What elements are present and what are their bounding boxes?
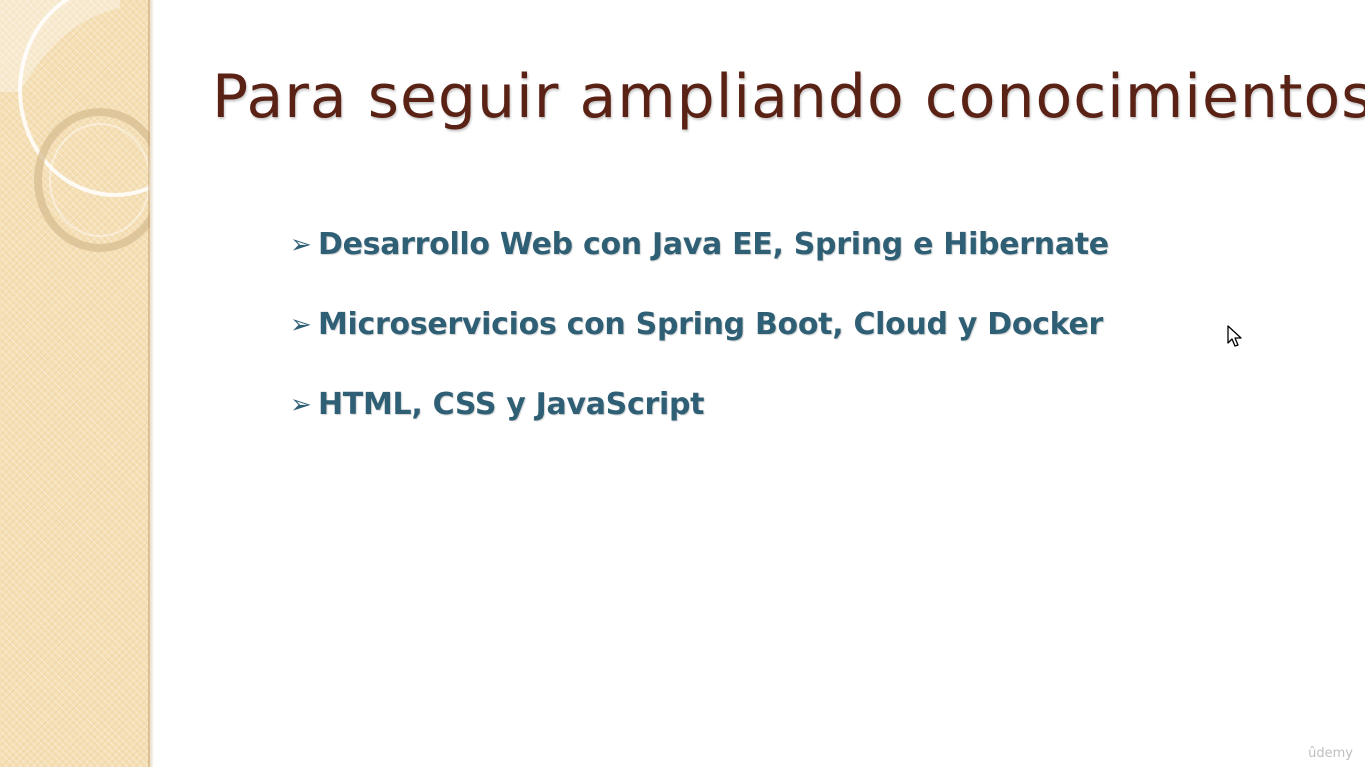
bullet-text: Desarrollo Web con Java EE, Spring e Hib… [318,227,1109,262]
mouse-pointer-icon [1227,325,1243,354]
slide-title: Para seguir ampliando conocimientos… [212,62,1365,132]
bullet-item: ➢ HTML, CSS y JavaScript [290,382,1109,462]
bullet-arrow-icon: ➢ [290,310,312,340]
bullet-arrow-icon: ➢ [290,230,312,260]
udemy-watermark: ûdemy [1308,746,1353,761]
decorative-rings-icon [0,0,150,252]
side-panel-shadow [148,0,154,767]
bullet-item: ➢ Desarrollo Web con Java EE, Spring e H… [290,222,1109,302]
bullet-list: ➢ Desarrollo Web con Java EE, Spring e H… [290,222,1109,462]
bullet-text: Microservicios con Spring Boot, Cloud y … [318,307,1104,342]
bullet-text: HTML, CSS y JavaScript [318,387,705,422]
decorative-side-panel [0,0,150,767]
bullet-item: ➢ Microservicios con Spring Boot, Cloud … [290,302,1109,382]
slide: Para seguir ampliando conocimientos… ➢ D… [0,0,1365,767]
bullet-arrow-icon: ➢ [290,390,312,420]
